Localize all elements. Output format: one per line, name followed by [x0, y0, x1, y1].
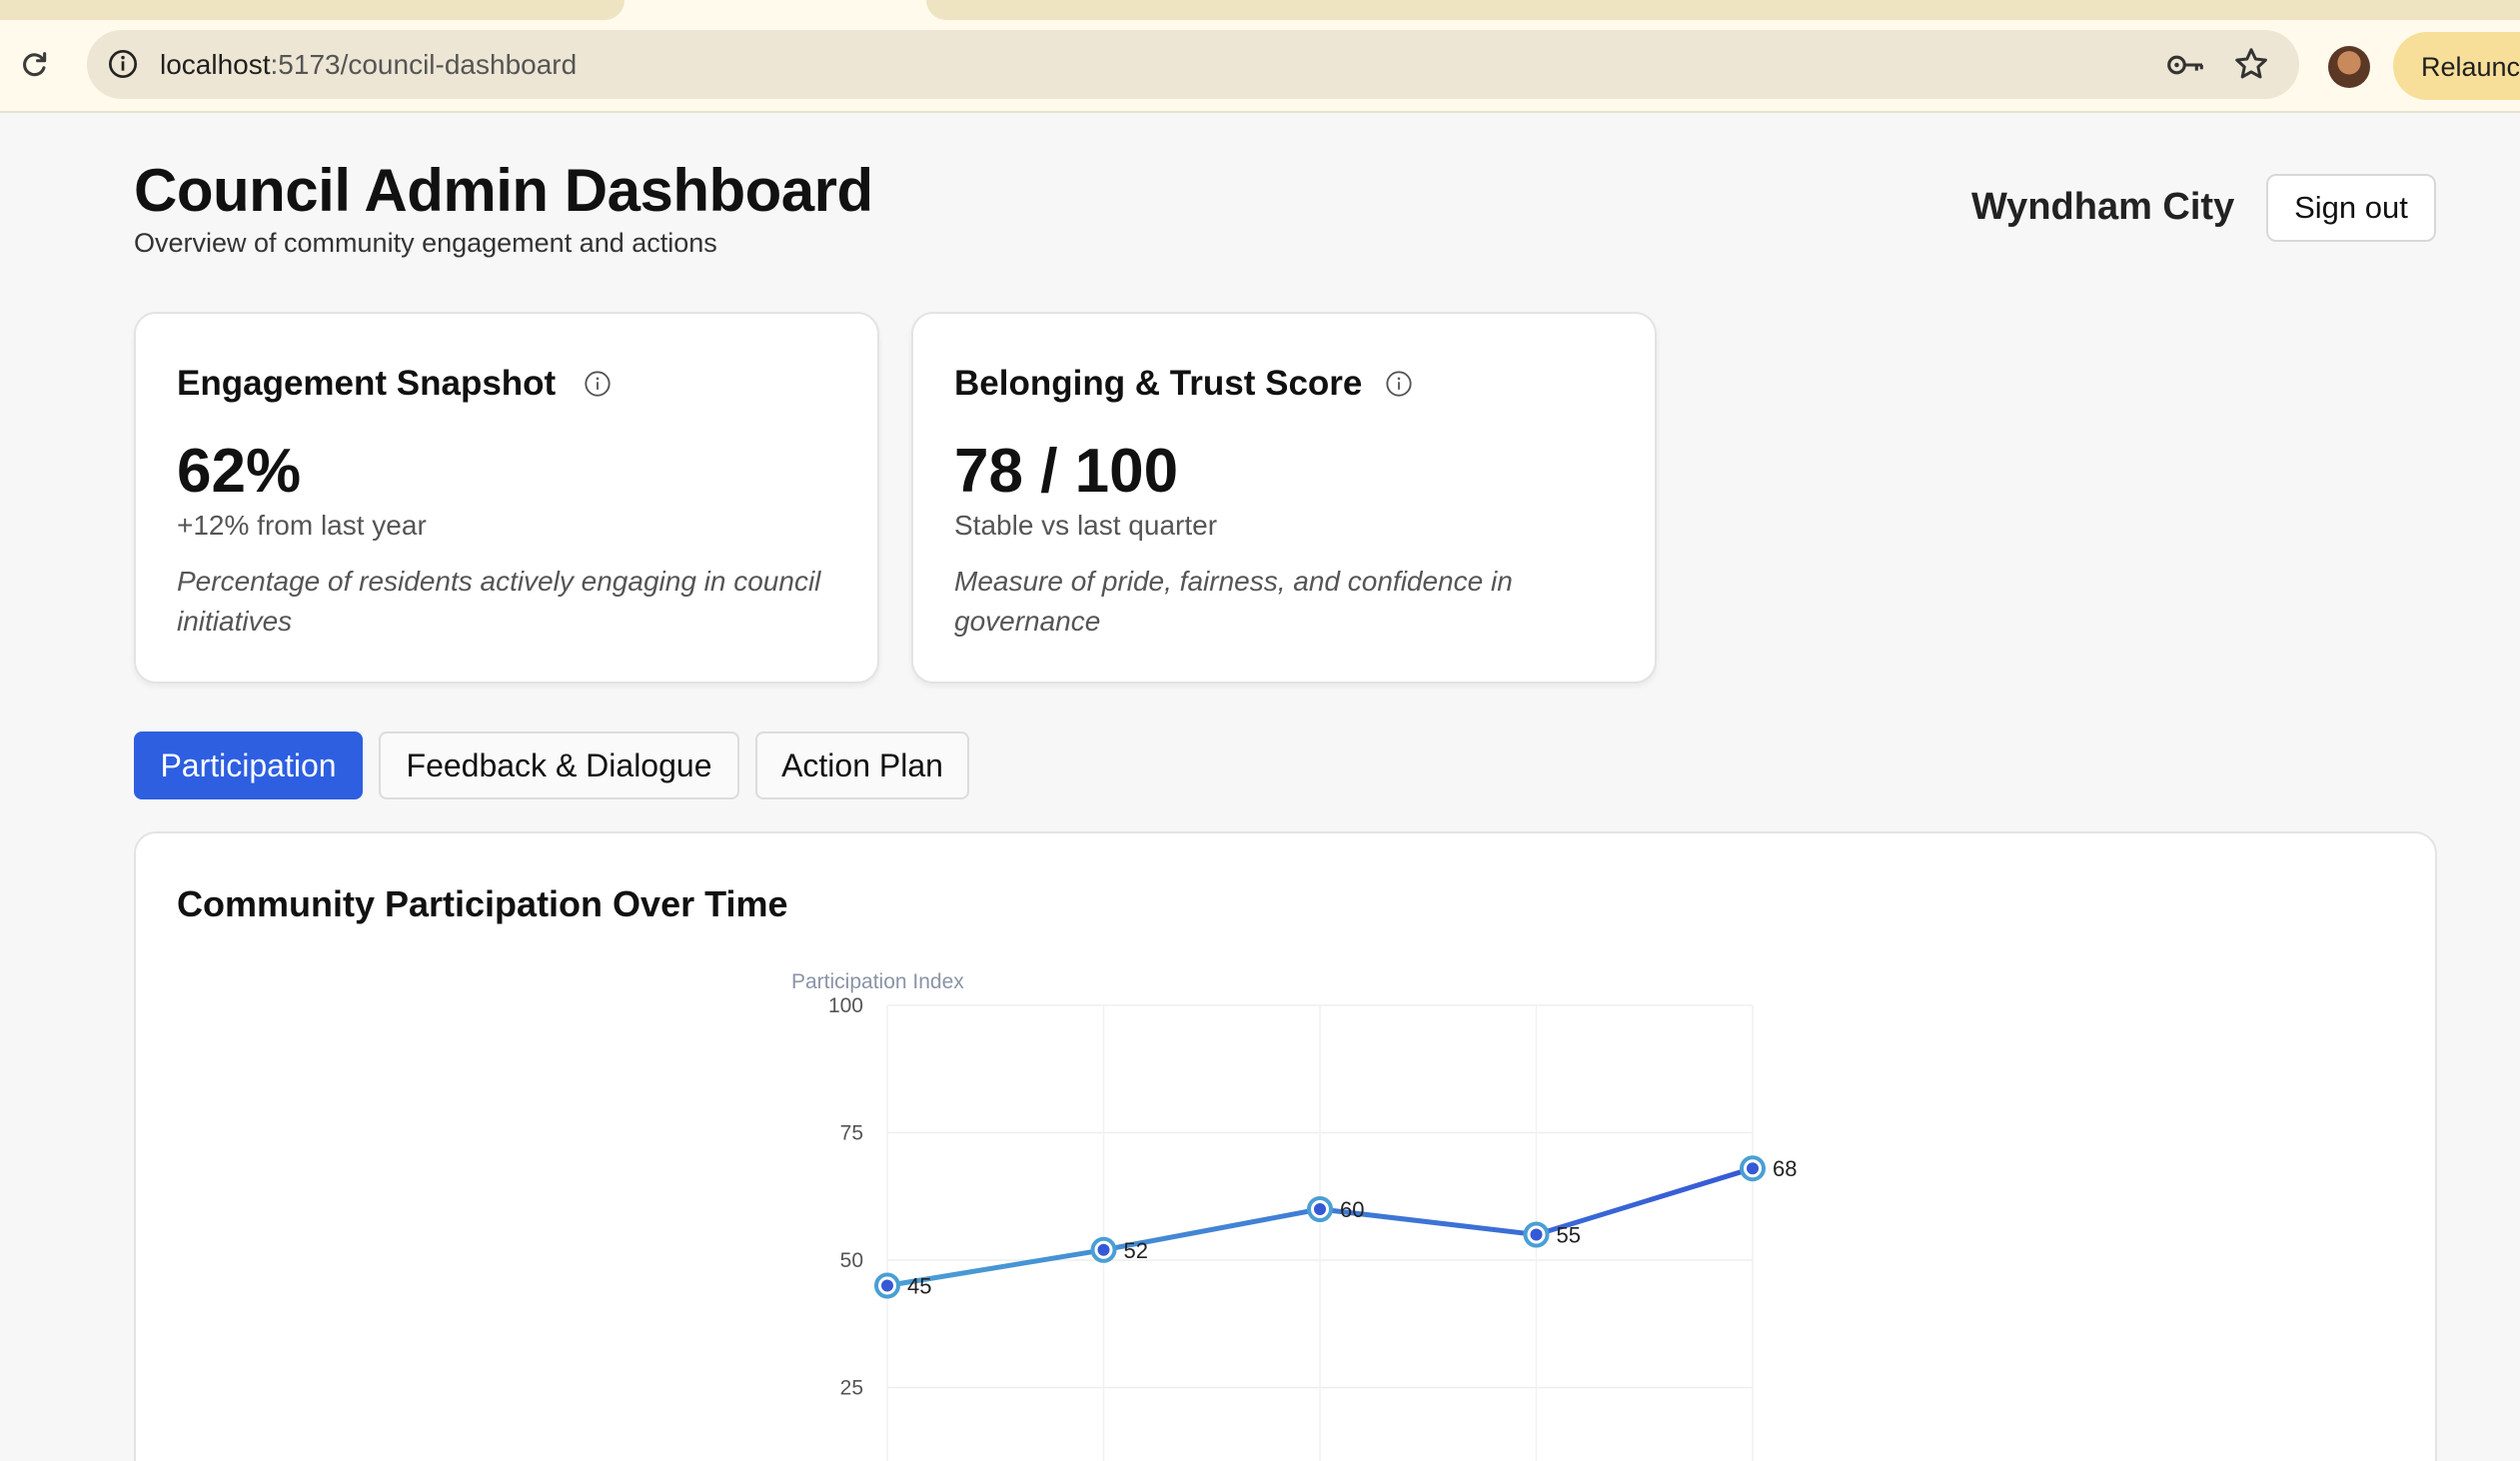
info-icon[interactable] [1385, 370, 1413, 398]
belonging-trust-card: Belonging & Trust Score 78 / 100 Stable … [911, 312, 1657, 684]
y-axis-label: Participation Index [791, 970, 964, 993]
data-point[interactable]: 45 [874, 1272, 931, 1299]
card-change: +12% from last year [177, 510, 427, 541]
card-title: Belonging & Trust Score [954, 364, 1363, 403]
card-value: 78 / 100 [954, 437, 1179, 506]
y-tick-label: 25 [840, 1377, 863, 1400]
info-icon[interactable] [584, 370, 612, 398]
bookmark-star-icon[interactable] [2233, 46, 2269, 82]
data-label: 55 [1557, 1223, 1581, 1248]
data-point-dot [1314, 1203, 1326, 1215]
address-bar[interactable]: localhost:5173/council-dashboard [87, 30, 2299, 99]
data-point-dot [1530, 1228, 1543, 1241]
sign-out-button[interactable]: Sign out [2266, 174, 2436, 242]
card-title: Engagement Snapshot [177, 364, 557, 403]
participation-line-chart: Participation Index 25 50 75 100 45 52 60 55 68 [791, 970, 1797, 1461]
card-description: Measure of pride, fairness, and confiden… [954, 566, 1513, 637]
engagement-snapshot-card: Engagement Snapshot 62% +12% from last y… [134, 312, 879, 684]
data-label: 68 [1773, 1156, 1797, 1181]
browser-tab[interactable] [0, 0, 625, 20]
page-subtitle: Overview of community engagement and act… [134, 228, 717, 258]
card-change: Stable vs last quarter [954, 510, 1218, 541]
tab-participation[interactable]: Participation [134, 731, 363, 799]
url-text[interactable]: localhost:5173/council-dashboard [160, 49, 577, 81]
participation-chart-panel: Community Participation Over Time Partic… [134, 831, 2437, 1461]
browser-tab[interactable] [926, 0, 2520, 20]
tab-action-plan[interactable]: Action Plan [755, 731, 969, 799]
data-label: 52 [1124, 1238, 1148, 1263]
council-name: Wyndham City [1971, 186, 2235, 228]
tab-feedback-dialogue[interactable]: Feedback & Dialogue [379, 731, 739, 799]
page-title: Council Admin Dashboard [134, 157, 873, 224]
password-key-icon[interactable] [2165, 48, 2205, 82]
y-tick-label: 75 [840, 1122, 863, 1145]
browser-tab-active[interactable] [625, 0, 926, 20]
data-point[interactable]: 68 [1740, 1155, 1797, 1182]
data-label: 45 [907, 1274, 931, 1299]
reload-icon[interactable] [17, 48, 51, 82]
site-info-icon[interactable] [107, 48, 139, 80]
data-point-dot [1747, 1162, 1759, 1175]
y-tick-label: 50 [840, 1249, 863, 1272]
browser-tabstrip [0, 0, 2520, 20]
data-label: 60 [1340, 1197, 1364, 1222]
data-point[interactable]: 52 [1090, 1236, 1148, 1263]
data-point-dot [1097, 1243, 1110, 1256]
profile-avatar[interactable] [2328, 46, 2370, 88]
card-description: Percentage of residents actively engagin… [177, 566, 821, 637]
data-point-dot [881, 1279, 893, 1292]
y-tick-label: 100 [828, 994, 863, 1017]
relaunch-button[interactable]: Relaunch [2393, 32, 2520, 100]
card-value: 62% [177, 437, 302, 506]
data-point[interactable]: 55 [1523, 1221, 1581, 1248]
browser-toolbar: localhost:5173/council-dashboard Relaunc… [0, 20, 2520, 113]
